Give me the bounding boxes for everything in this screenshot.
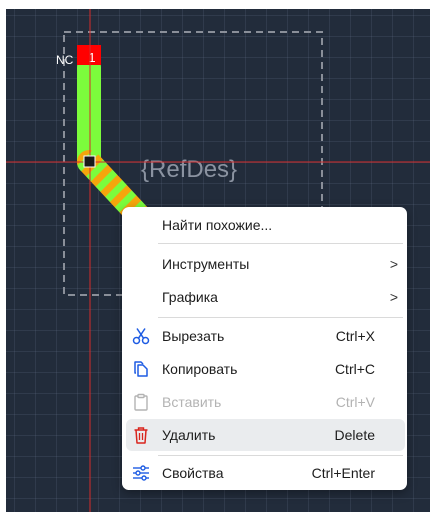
menu-separator: [158, 317, 403, 318]
context-menu: Найти похожие... Инструменты > Графика >…: [122, 207, 407, 490]
menu-item-label: Графика: [162, 289, 218, 305]
menu-item-shortcut: Ctrl+V: [335, 394, 375, 410]
menu-item-label: Найти похожие...: [162, 217, 273, 233]
refdes-label[interactable]: {RefDes}: [141, 156, 237, 183]
menu-separator: [158, 455, 403, 456]
menu-item-label: Копировать: [162, 361, 238, 377]
cursor-snap-marker: [83, 155, 96, 168]
menu-item-label: Вырезать: [162, 328, 225, 344]
scissors-icon: [132, 328, 150, 345]
submenu-arrow-icon: >: [389, 256, 398, 272]
menu-item-copy[interactable]: Копировать Ctrl+C: [124, 353, 405, 385]
menu-item-shortcut: Ctrl+X: [335, 328, 375, 344]
menu-item-cut[interactable]: Вырезать Ctrl+X: [124, 320, 405, 352]
menu-item-label: Удалить: [162, 427, 216, 443]
menu-item-label: Свойства: [162, 465, 224, 481]
menu-item-tools[interactable]: Инструменты >: [124, 248, 405, 280]
sliders-icon: [133, 465, 149, 481]
trash-icon: [134, 427, 148, 444]
pad-net-label: NC: [56, 53, 74, 67]
menu-item-shortcut: Delete: [334, 427, 375, 443]
menu-item-shortcut: Ctrl+Enter: [311, 465, 375, 481]
menu-item-shortcut: Ctrl+C: [334, 361, 375, 377]
menu-item-delete[interactable]: Удалить Delete: [126, 419, 405, 451]
menu-item-label: Вставить: [162, 394, 222, 410]
menu-separator: [158, 243, 403, 244]
menu-item-paste[interactable]: Вставить Ctrl+V: [124, 386, 405, 418]
pad-number: 1: [88, 50, 95, 65]
submenu-arrow-icon: >: [389, 289, 398, 305]
menu-item-find-similar[interactable]: Найти похожие...: [124, 209, 405, 241]
menu-item-graphics[interactable]: Графика >: [124, 281, 405, 313]
clipboard-paste-icon: [134, 393, 148, 411]
menu-item-properties[interactable]: Свойства Ctrl+Enter: [124, 457, 405, 489]
copy-icon: [134, 361, 148, 377]
menu-item-label: Инструменты: [162, 256, 250, 272]
